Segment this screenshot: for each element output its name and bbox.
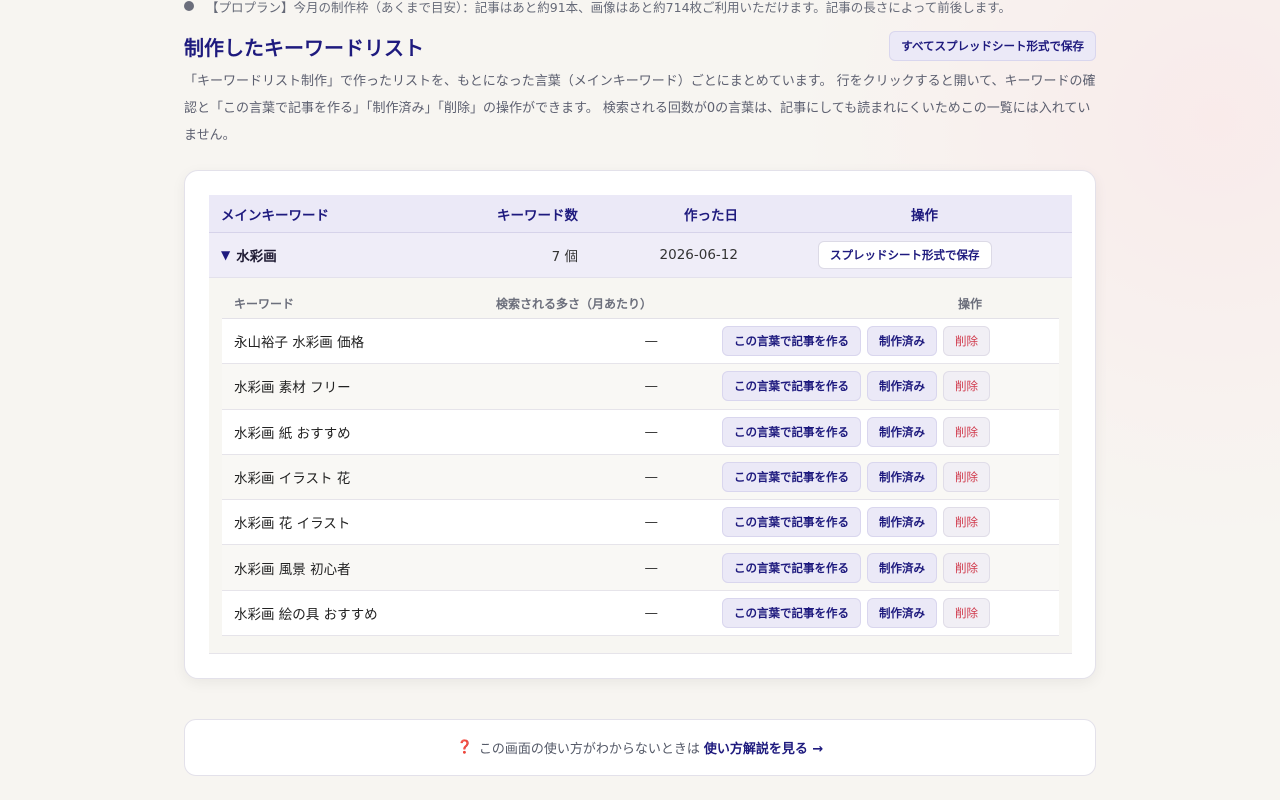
table-row: 永山裕子 水彩画 価格 — この言葉で記事を作る 制作済み 削除 (222, 319, 1059, 365)
delete-button[interactable]: 削除 (943, 507, 990, 538)
volume-cell: — (644, 333, 659, 350)
group-keyword-label: 水彩画 (236, 249, 277, 265)
keyword-cell: 水彩画 絵の具 おすすめ (234, 606, 378, 623)
table-row: 水彩画 イラスト 花 — この言葉で記事を作る 制作済み 削除 (222, 454, 1059, 501)
page-title: 制作したキーワードリスト (184, 35, 424, 60)
header-main-keyword: メインキーワード (221, 207, 329, 224)
sub-header-operation: 操作 (957, 296, 982, 311)
delete-button[interactable]: 削除 (943, 371, 990, 402)
create-article-button[interactable]: この言葉で記事を作る (722, 597, 861, 628)
section-description: 「キーワードリスト制作」で作ったリストを、もとになった言葉（メインキーワード）ご… (184, 74, 1096, 143)
keyword-list-card: メインキーワード キーワード数 作った日 操作 ▼ 水彩画 7 個 2026-0… (184, 170, 1096, 679)
sub-keyword-rows: 永山裕子 水彩画 価格 — この言葉で記事を作る 制作済み 削除 水彩画 素材 … (222, 319, 1059, 637)
row-actions: この言葉で記事を作る 制作済み 削除 (658, 371, 990, 402)
delete-button[interactable]: 削除 (943, 597, 990, 628)
create-article-button[interactable]: この言葉で記事を作る (722, 507, 861, 538)
header-operation: 操作 (911, 207, 938, 224)
save-spreadsheet-button[interactable]: スプレッドシート形式で保存 (818, 241, 992, 269)
keyword-cell: 水彩画 素材 フリー (234, 380, 351, 397)
header-keyword-count: キーワード数 (497, 207, 578, 224)
table-row: 水彩画 絵の具 おすすめ — この言葉で記事を作る 制作済み 削除 (222, 590, 1059, 637)
create-article-button[interactable]: この言葉で記事を作る (722, 416, 861, 447)
volume-cell: — (644, 604, 659, 621)
mark-done-button[interactable]: 制作済み (867, 552, 937, 583)
quota-notice: 【プロプラン】今月の制作枠（あくまで目安）：記事はあと約91本、画像はあと約71… (184, 0, 1011, 16)
volume-cell: — (644, 514, 659, 531)
row-actions: この言葉で記事を作る 制作済み 削除 (658, 552, 990, 583)
question-icon: ❓ (456, 740, 473, 755)
keyword-list-table: メインキーワード キーワード数 作った日 操作 ▼ 水彩画 7 個 2026-0… (209, 195, 1072, 654)
create-article-button[interactable]: この言葉で記事を作る (722, 371, 861, 402)
mark-done-button[interactable]: 制作済み (867, 416, 937, 447)
row-actions: この言葉で記事を作る 制作済み 削除 (658, 507, 990, 538)
row-actions: この言葉で記事を作る 制作済み 削除 (658, 597, 990, 628)
keyword-cell: 水彩画 紙 おすすめ (234, 425, 351, 442)
volume-cell: — (644, 559, 659, 576)
create-article-button[interactable]: この言葉で記事を作る (722, 326, 861, 357)
volume-cell: — (644, 423, 659, 440)
delete-button[interactable]: 削除 (943, 552, 990, 583)
keyword-cell: 水彩画 風景 初心者 (234, 561, 351, 578)
section-header: 制作したキーワードリスト すべてスプレッドシート形式で保存 (184, 31, 1096, 61)
delete-button[interactable]: 削除 (943, 462, 990, 493)
row-actions: この言葉で記事を作る 制作済み 削除 (658, 326, 990, 357)
help-guide-link[interactable]: 使い方解説を見る → (704, 738, 823, 757)
mark-done-button[interactable]: 制作済み (867, 326, 937, 357)
group-created-date: 2026-06-12 (659, 247, 738, 263)
group-operation-cell: スプレッドシート形式で保存 (738, 241, 1000, 269)
quota-text: 【プロプラン】今月の制作枠（あくまで目安）：記事はあと約91本、画像はあと約71… (206, 0, 1012, 15)
keyword-cell: 永山裕子 水彩画 価格 (234, 335, 365, 352)
create-article-button[interactable]: この言葉で記事を作る (722, 462, 861, 493)
mark-done-button[interactable]: 制作済み (867, 462, 937, 493)
mark-done-button[interactable]: 制作済み (867, 371, 937, 402)
sub-keyword-panel: キーワード 検索される多さ（月あたり） 操作 永山裕子 水彩画 価格 — この言… (209, 278, 1072, 654)
group-keyword-count: 7 個 (551, 249, 578, 265)
bullet-icon (184, 1, 194, 11)
volume-cell: — (644, 378, 659, 395)
sub-header-volume: 検索される多さ（月あたり） (495, 296, 652, 311)
group-keyword-cell: ▼ 水彩画 (209, 245, 449, 265)
header-created-date: 作った日 (684, 207, 738, 224)
mark-done-button[interactable]: 制作済み (867, 507, 937, 538)
mark-done-button[interactable]: 制作済み (867, 597, 937, 628)
help-text: この画面の使い方がわからないときは (478, 742, 700, 757)
row-actions: この言葉で記事を作る 制作済み 削除 (658, 462, 990, 493)
table-row: 水彩画 風景 初心者 — この言葉で記事を作る 制作済み 削除 (222, 545, 1059, 591)
delete-button[interactable]: 削除 (943, 326, 990, 357)
help-card: ❓ この画面の使い方がわからないときは 使い方解説を見る → (184, 719, 1096, 776)
sub-header-keyword: キーワード (234, 296, 295, 311)
row-actions: この言葉で記事を作る 制作済み 削除 (658, 416, 990, 447)
delete-button[interactable]: 削除 (943, 416, 990, 447)
table-row: 水彩画 素材 フリー — この言葉で記事を作る 制作済み 削除 (222, 364, 1059, 410)
table-row: 水彩画 花 イラスト — この言葉で記事を作る 制作済み 削除 (222, 500, 1059, 546)
keyword-cell: 水彩画 花 イラスト (234, 516, 351, 533)
sub-table-header: キーワード 検索される多さ（月あたり） 操作 (222, 288, 1059, 319)
create-article-button[interactable]: この言葉で記事を作る (722, 552, 861, 583)
volume-cell: — (644, 469, 659, 486)
table-row: 水彩画 紙 おすすめ — この言葉で記事を作る 制作済み 削除 (222, 409, 1059, 455)
group-row-watercolor[interactable]: ▼ 水彩画 7 個 2026-06-12 スプレッドシート形式で保存 (209, 233, 1072, 278)
table-header: メインキーワード キーワード数 作った日 操作 (209, 195, 1072, 233)
save-all-spreadsheet-button[interactable]: すべてスプレッドシート形式で保存 (889, 31, 1096, 61)
keyword-cell: 水彩画 イラスト 花 (234, 471, 351, 488)
expand-triangle-icon: ▼ (221, 248, 231, 262)
